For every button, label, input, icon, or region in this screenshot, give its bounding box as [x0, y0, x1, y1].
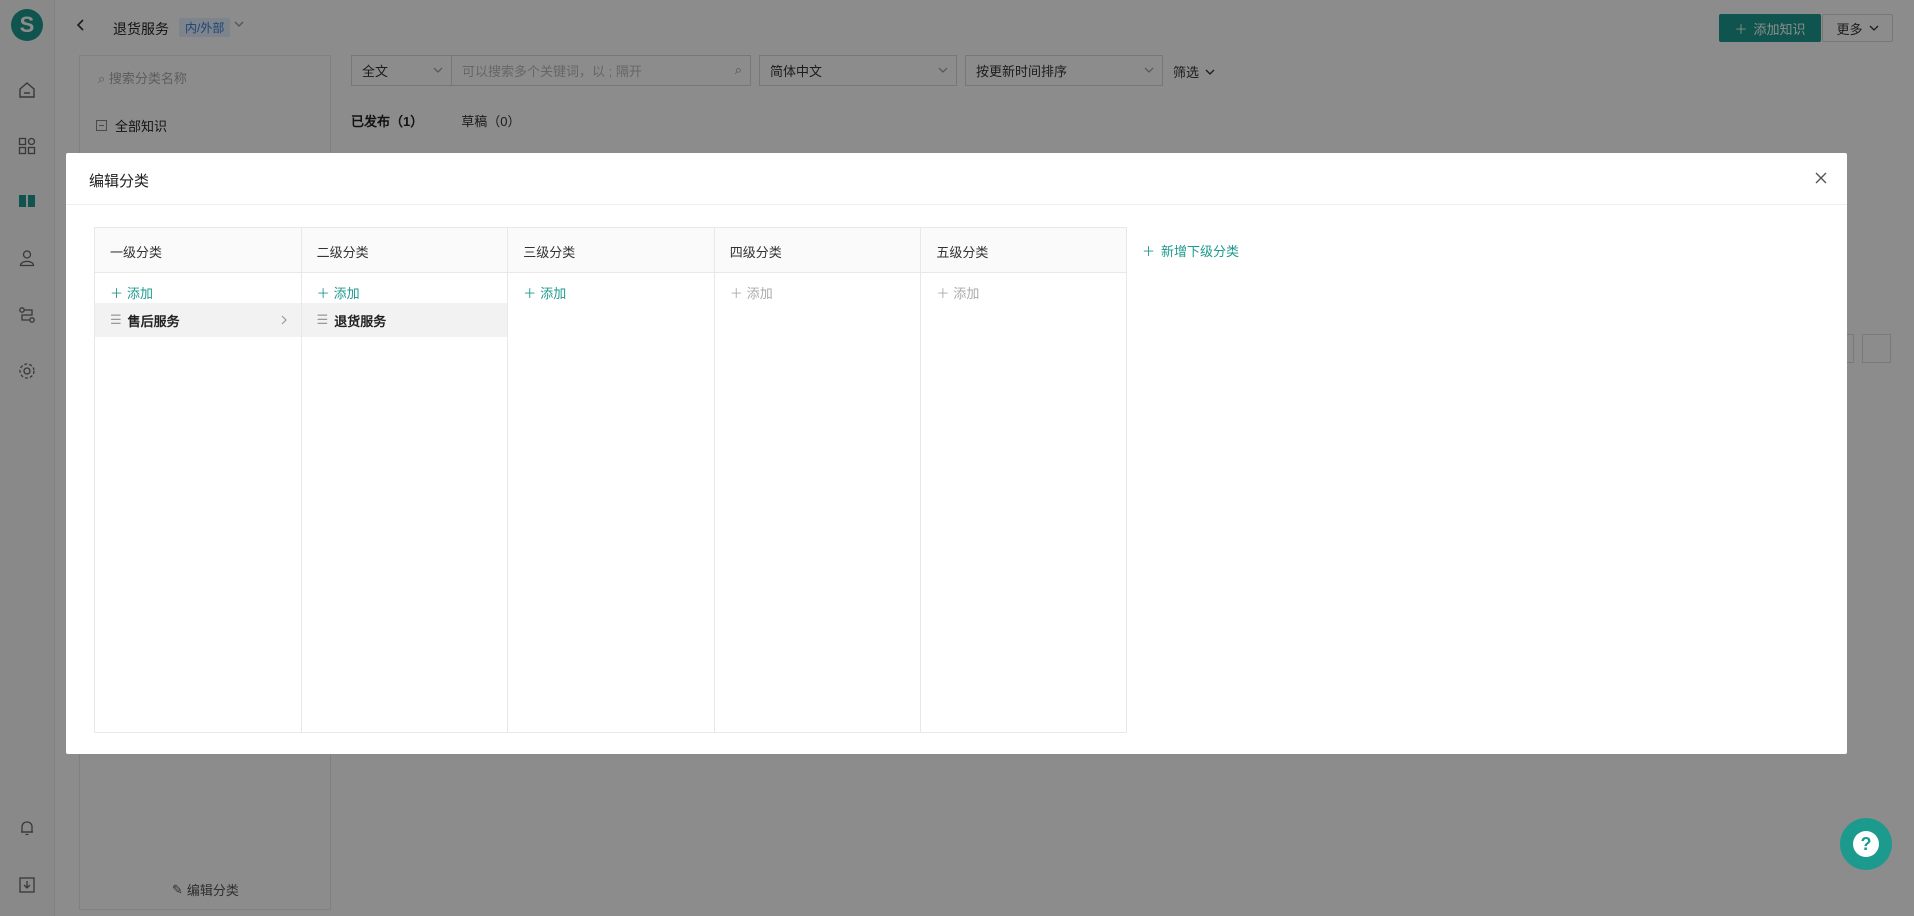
- category-item-label: 退货服务: [334, 313, 387, 329]
- level-header: 一级分类: [95, 228, 301, 273]
- level-header: 二级分类: [301, 228, 508, 273]
- add-level-2-button[interactable]: ＋ 添加: [302, 273, 508, 303]
- add-label: 添加: [333, 285, 360, 301]
- add-level-4-button: ＋ 添加: [715, 273, 921, 303]
- category-item[interactable]: ☰ 退货服务: [301, 303, 508, 337]
- plus-icon: ＋: [729, 285, 743, 301]
- plus-icon: ＋: [110, 285, 124, 301]
- plus-icon: ＋: [1142, 244, 1156, 259]
- level-4-column: 四级分类 ＋ 添加: [714, 228, 922, 732]
- category-levels: 一级分类 ＋ 添加 ☰ 售后服务 二级分类 ＋ 添加 ☰ 退货服务 三级分类 ＋…: [94, 227, 1127, 733]
- level-header: 五级分类: [921, 228, 1126, 273]
- add-label: 添加: [540, 285, 567, 301]
- add-level-5-button: ＋ 添加: [921, 273, 1126, 303]
- category-item-label: 售后服务: [127, 313, 180, 329]
- help-icon: ?: [1853, 831, 1879, 857]
- drag-handle-icon[interactable]: ☰: [110, 312, 122, 328]
- modal-divider: [66, 204, 1847, 205]
- drag-handle-icon[interactable]: ☰: [317, 312, 329, 328]
- category-item[interactable]: ☰ 售后服务: [95, 303, 301, 337]
- level-2-column: 二级分类 ＋ 添加 ☰ 退货服务: [301, 228, 509, 732]
- add-level-3-button[interactable]: ＋ 添加: [508, 273, 714, 303]
- level-header: 三级分类: [508, 228, 714, 273]
- plus-icon: ＋: [936, 285, 950, 301]
- edit-category-modal: 编辑分类 一级分类 ＋ 添加 ☰ 售后服务 二级分类 ＋ 添加 ☰ 退货服务 三…: [66, 153, 1847, 754]
- add-label: 添加: [953, 285, 980, 301]
- modal-title: 编辑分类: [89, 173, 150, 190]
- level-3-column: 三级分类 ＋ 添加: [508, 228, 715, 732]
- plus-icon: ＋: [316, 285, 330, 301]
- svg-text:?: ?: [1861, 834, 1872, 854]
- chevron-right-icon: [281, 315, 287, 325]
- add-level-1-button[interactable]: ＋ 添加: [95, 273, 301, 303]
- level-header: 四级分类: [714, 228, 921, 273]
- add-sublevel-button[interactable]: ＋ 新增下级分类: [1142, 241, 1239, 260]
- close-icon[interactable]: [1813, 170, 1829, 186]
- add-label: 添加: [746, 285, 773, 301]
- add-sublevel-label: 新增下级分类: [1161, 244, 1240, 259]
- help-button[interactable]: ?: [1840, 818, 1892, 870]
- plus-icon: ＋: [523, 285, 537, 301]
- level-5-column: 五级分类 ＋ 添加: [921, 228, 1126, 732]
- add-label: 添加: [127, 285, 154, 301]
- level-1-column: 一级分类 ＋ 添加 ☰ 售后服务: [95, 228, 302, 732]
